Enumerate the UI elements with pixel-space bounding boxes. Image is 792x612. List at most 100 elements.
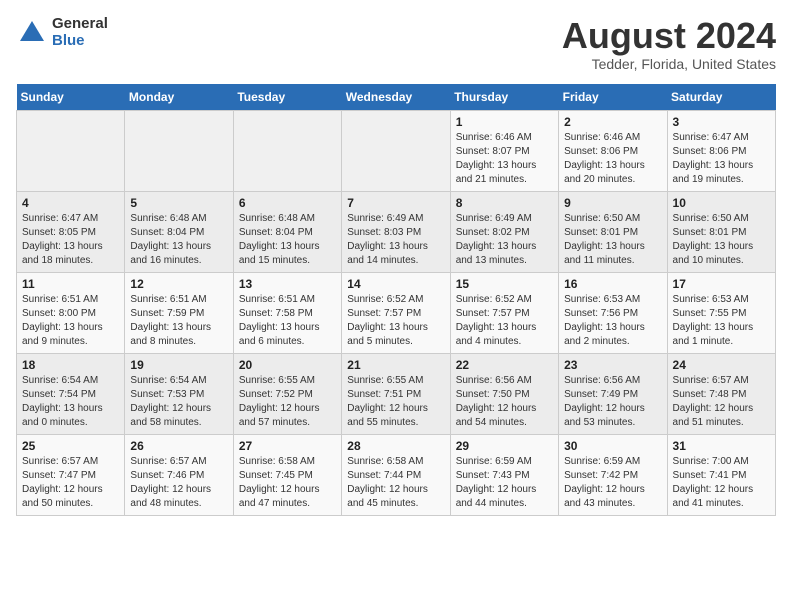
day-of-week-tuesday: Tuesday: [233, 84, 341, 111]
calendar-table: SundayMondayTuesdayWednesdayThursdayFrid…: [16, 84, 776, 516]
calendar-cell: 8Sunrise: 6:49 AM Sunset: 8:02 PM Daylig…: [450, 191, 558, 272]
calendar-week-2: 4Sunrise: 6:47 AM Sunset: 8:05 PM Daylig…: [17, 191, 776, 272]
calendar-cell: 2Sunrise: 6:46 AM Sunset: 8:06 PM Daylig…: [559, 110, 667, 191]
logo-blue-text: Blue: [52, 33, 108, 50]
day-info: Sunrise: 6:58 AM Sunset: 7:45 PM Dayligh…: [239, 455, 336, 511]
day-number: 6: [239, 196, 336, 210]
day-number: 9: [564, 196, 661, 210]
calendar-cell: 4Sunrise: 6:47 AM Sunset: 8:05 PM Daylig…: [17, 191, 125, 272]
day-info: Sunrise: 6:51 AM Sunset: 7:59 PM Dayligh…: [130, 293, 227, 349]
day-info: Sunrise: 6:59 AM Sunset: 7:42 PM Dayligh…: [564, 455, 661, 511]
day-of-week-sunday: Sunday: [17, 84, 125, 111]
day-number: 1: [456, 115, 553, 129]
calendar-cell: 16Sunrise: 6:53 AM Sunset: 7:56 PM Dayli…: [559, 272, 667, 353]
calendar-cell: 21 Sunrise: 6:55 AM Sunset: 7:51 PM Dayli…: [342, 353, 450, 434]
day-info: Sunrise: 6:49 AM Sunset: 8:02 PM Dayligh…: [456, 212, 553, 268]
calendar-week-3: 11 Sunrise: 6:51 AM Sunset: 8:00 PM Dayli…: [17, 272, 776, 353]
day-info: Sunrise: 6:47 AM Sunset: 8:06 PM Dayligh…: [673, 131, 770, 187]
calendar-cell: 30 Sunrise: 6:59 AM Sunset: 7:42 PM Dayli…: [559, 434, 667, 515]
day-info: Sunrise: 6:52 AM Sunset: 7:57 PM Dayligh…: [456, 293, 553, 349]
day-number: 28: [347, 439, 444, 453]
day-info: Sunrise: 6:50 AM Sunset: 8:01 PM Dayligh…: [564, 212, 661, 268]
logo-text: General Blue: [52, 16, 108, 49]
day-info: Sunrise: 6:53 AM Sunset: 7:56 PM Dayligh…: [564, 293, 661, 349]
calendar-cell: 1 Sunrise: 6:46 AM Sunset: 8:07 PM Daylig…: [450, 110, 558, 191]
day-info: Sunrise: 6:55 AM Sunset: 7:51 PM Dayligh…: [347, 374, 444, 430]
day-info: Sunrise: 6:56 AM Sunset: 7:50 PM Dayligh…: [456, 374, 553, 430]
calendar-week-5: 25Sunrise: 6:57 AM Sunset: 7:47 PM Dayli…: [17, 434, 776, 515]
calendar-cell: [233, 110, 341, 191]
calendar-cell: 23Sunrise: 6:56 AM Sunset: 7:49 PM Dayli…: [559, 353, 667, 434]
logo-general-text: General: [52, 16, 108, 33]
day-info: Sunrise: 6:47 AM Sunset: 8:05 PM Dayligh…: [22, 212, 119, 268]
day-number: 22: [456, 358, 553, 372]
day-info: Sunrise: 6:54 AM Sunset: 7:53 PM Dayligh…: [130, 374, 227, 430]
calendar-cell: 15Sunrise: 6:52 AM Sunset: 7:57 PM Dayli…: [450, 272, 558, 353]
day-number: 5: [130, 196, 227, 210]
calendar-body: 1 Sunrise: 6:46 AM Sunset: 8:07 PM Daylig…: [17, 110, 776, 515]
calendar-cell: 19 Sunrise: 6:54 AM Sunset: 7:53 PM Dayli…: [125, 353, 233, 434]
calendar-cell: [17, 110, 125, 191]
day-number: 24: [673, 358, 770, 372]
day-number: 27: [239, 439, 336, 453]
calendar-cell: [342, 110, 450, 191]
calendar-cell: 20 Sunrise: 6:55 AM Sunset: 7:52 PM Dayli…: [233, 353, 341, 434]
day-number: 12: [130, 277, 227, 291]
day-info: Sunrise: 6:56 AM Sunset: 7:49 PM Dayligh…: [564, 374, 661, 430]
calendar-cell: 5Sunrise: 6:48 AM Sunset: 8:04 PM Daylig…: [125, 191, 233, 272]
day-info: Sunrise: 6:49 AM Sunset: 8:03 PM Dayligh…: [347, 212, 444, 268]
day-info: Sunrise: 6:57 AM Sunset: 7:46 PM Dayligh…: [130, 455, 227, 511]
day-of-week-thursday: Thursday: [450, 84, 558, 111]
day-number: 11: [22, 277, 119, 291]
day-info: Sunrise: 6:57 AM Sunset: 7:48 PM Dayligh…: [673, 374, 770, 430]
calendar-cell: 12 Sunrise: 6:51 AM Sunset: 7:59 PM Dayli…: [125, 272, 233, 353]
day-number: 19: [130, 358, 227, 372]
day-info: Sunrise: 6:52 AM Sunset: 7:57 PM Dayligh…: [347, 293, 444, 349]
day-info: Sunrise: 6:50 AM Sunset: 8:01 PM Dayligh…: [673, 212, 770, 268]
logo-icon: [16, 17, 48, 49]
page-header: General Blue August 2024 Tedder, Florida…: [16, 16, 776, 72]
calendar-cell: 13 Sunrise: 6:51 AM Sunset: 7:58 PM Dayli…: [233, 272, 341, 353]
day-info: Sunrise: 6:46 AM Sunset: 8:07 PM Dayligh…: [456, 131, 553, 187]
day-number: 31: [673, 439, 770, 453]
calendar-cell: 6 Sunrise: 6:48 AM Sunset: 8:04 PM Daylig…: [233, 191, 341, 272]
day-info: Sunrise: 6:53 AM Sunset: 7:55 PM Dayligh…: [673, 293, 770, 349]
day-info: Sunrise: 6:57 AM Sunset: 7:47 PM Dayligh…: [22, 455, 119, 511]
day-number: 7: [347, 196, 444, 210]
day-number: 2: [564, 115, 661, 129]
day-info: Sunrise: 6:51 AM Sunset: 7:58 PM Dayligh…: [239, 293, 336, 349]
title-block: August 2024 Tedder, Florida, United Stat…: [562, 16, 776, 72]
day-number: 14: [347, 277, 444, 291]
day-info: Sunrise: 6:51 AM Sunset: 8:00 PM Dayligh…: [22, 293, 119, 349]
day-info: Sunrise: 6:55 AM Sunset: 7:52 PM Dayligh…: [239, 374, 336, 430]
calendar-week-4: 18Sunrise: 6:54 AM Sunset: 7:54 PM Dayli…: [17, 353, 776, 434]
day-number: 29: [456, 439, 553, 453]
day-info: Sunrise: 6:59 AM Sunset: 7:43 PM Dayligh…: [456, 455, 553, 511]
calendar-cell: 18Sunrise: 6:54 AM Sunset: 7:54 PM Dayli…: [17, 353, 125, 434]
calendar-cell: 11 Sunrise: 6:51 AM Sunset: 8:00 PM Dayli…: [17, 272, 125, 353]
day-number: 20: [239, 358, 336, 372]
day-of-week-monday: Monday: [125, 84, 233, 111]
calendar-cell: 10 Sunrise: 6:50 AM Sunset: 8:01 PM Dayli…: [667, 191, 775, 272]
day-number: 3: [673, 115, 770, 129]
day-number: 10: [673, 196, 770, 210]
day-number: 18: [22, 358, 119, 372]
calendar-cell: 28 Sunrise: 6:58 AM Sunset: 7:44 PM Dayli…: [342, 434, 450, 515]
day-number: 30: [564, 439, 661, 453]
calendar-cell: 3 Sunrise: 6:47 AM Sunset: 8:06 PM Daylig…: [667, 110, 775, 191]
calendar-subtitle: Tedder, Florida, United States: [562, 56, 776, 72]
day-of-week-saturday: Saturday: [667, 84, 775, 111]
logo: General Blue: [16, 16, 108, 49]
calendar-cell: 26Sunrise: 6:57 AM Sunset: 7:46 PM Dayli…: [125, 434, 233, 515]
calendar-title: August 2024: [562, 16, 776, 56]
calendar-cell: 14 Sunrise: 6:52 AM Sunset: 7:57 PM Dayli…: [342, 272, 450, 353]
calendar-week-1: 1 Sunrise: 6:46 AM Sunset: 8:07 PM Daylig…: [17, 110, 776, 191]
day-number: 21: [347, 358, 444, 372]
day-of-week-wednesday: Wednesday: [342, 84, 450, 111]
calendar-cell: 17Sunrise: 6:53 AM Sunset: 7:55 PM Dayli…: [667, 272, 775, 353]
calendar-cell: 22 Sunrise: 6:56 AM Sunset: 7:50 PM Dayli…: [450, 353, 558, 434]
day-info: Sunrise: 6:48 AM Sunset: 8:04 PM Dayligh…: [239, 212, 336, 268]
day-number: 13: [239, 277, 336, 291]
day-info: Sunrise: 7:00 AM Sunset: 7:41 PM Dayligh…: [673, 455, 770, 511]
day-info: Sunrise: 6:58 AM Sunset: 7:44 PM Dayligh…: [347, 455, 444, 511]
